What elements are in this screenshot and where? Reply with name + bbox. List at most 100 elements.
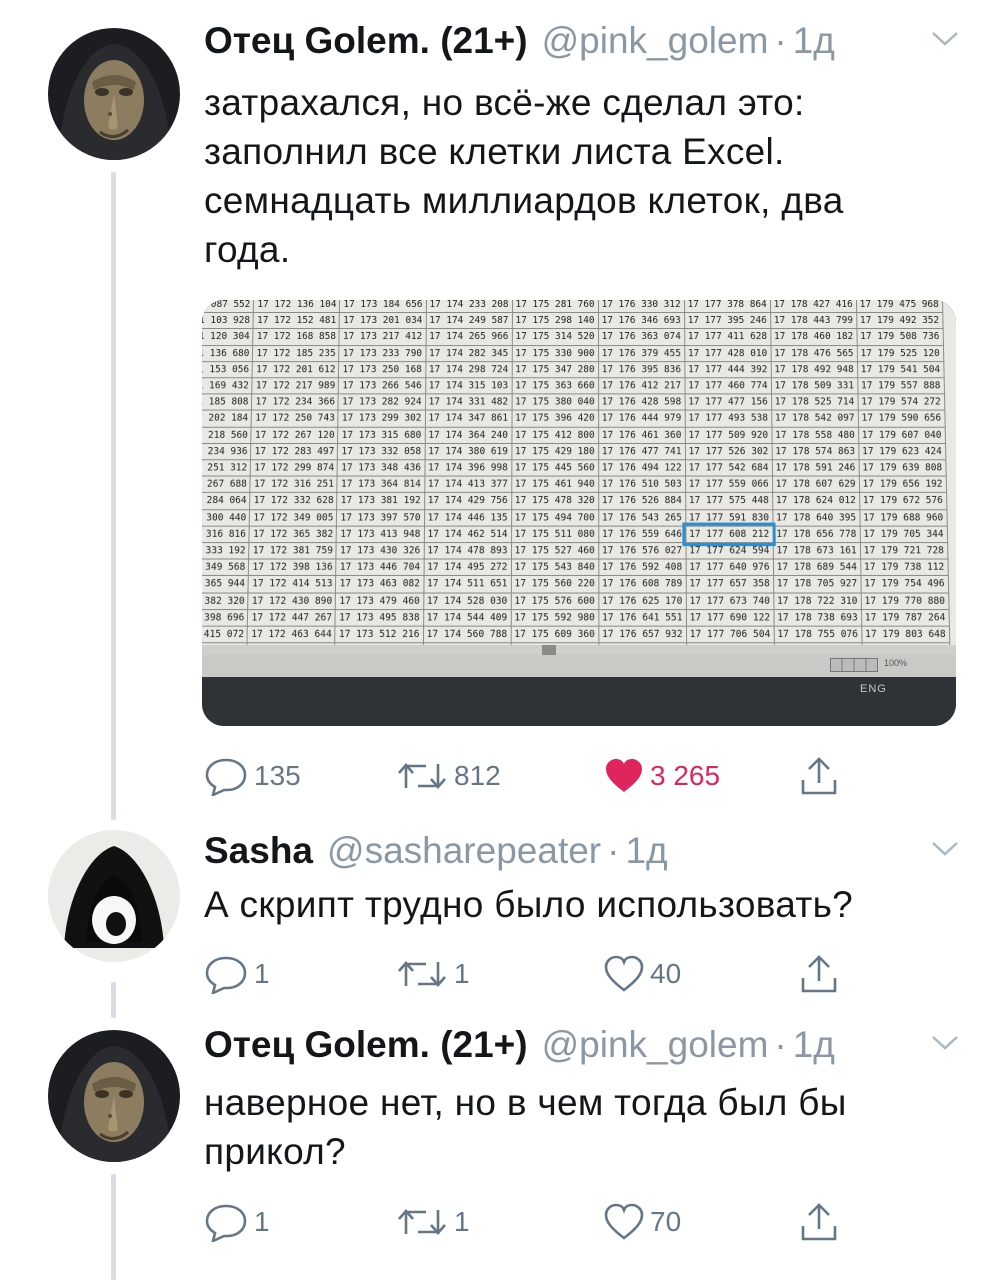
spreadsheet-row: 71 169 43217 172 217 98917 173 266 54617… xyxy=(202,377,945,395)
spreadsheet-cell: 17 172 250 743 xyxy=(251,410,339,427)
spreadsheet-row: 71 251 31217 172 299 87417 173 348 43617… xyxy=(202,459,946,477)
share-button[interactable] xyxy=(800,1200,838,1244)
spreadsheet-row: 71 415 07217 172 463 64417 173 512 21617… xyxy=(202,626,950,644)
author-handle[interactable]: @pink_golem xyxy=(542,1024,769,1066)
spreadsheet-cell: 17 176 395 836 xyxy=(598,361,685,378)
author-name[interactable]: Sasha xyxy=(204,830,313,872)
spreadsheet-cell: 71 316 816 xyxy=(202,525,250,543)
spreadsheet-row: 71 234 93617 172 283 49717 173 332 05817… xyxy=(202,443,946,460)
spreadsheet-cell: 17 172 414 513 xyxy=(248,575,337,593)
spreadsheet-cell: 17 175 478 320 xyxy=(511,492,599,510)
avatar-pink-golem[interactable] xyxy=(48,28,180,160)
chevron-down-icon[interactable] xyxy=(930,28,960,50)
spreadsheet-cell: 17 174 282 345 xyxy=(425,345,512,362)
like-button[interactable]: 3 265 xyxy=(604,754,720,798)
spreadsheet-cell: 17 178 558 480 xyxy=(771,426,859,444)
spreadsheet-cell: 17 178 722 310 xyxy=(773,592,862,610)
spreadsheet-cell: 17 174 396 998 xyxy=(424,459,512,477)
spreadsheet-cell: 17 172 316 251 xyxy=(250,476,338,493)
spreadsheet-cell: 17 173 397 570 xyxy=(336,509,425,526)
spreadsheet-cell: 17 178 624 012 xyxy=(772,492,860,510)
author-name[interactable]: Отец Golem. (21+) xyxy=(204,20,528,62)
reply-button[interactable]: 1 xyxy=(204,1200,270,1244)
spreadsheet-row: 71 267 68817 172 316 25117 173 364 81417… xyxy=(202,476,947,493)
spreadsheet-cell: 17 173 430 326 xyxy=(336,542,424,560)
retweet-icon xyxy=(398,1209,446,1235)
spreadsheet-cell: 17 172 332 628 xyxy=(249,492,338,510)
spreadsheet-cell: 17 173 282 924 xyxy=(338,394,426,411)
excel-screenshot-photo[interactable]: 71 087 552 17 172 136 104 17 173 184 656 17… xyxy=(202,300,956,726)
timestamp[interactable]: 1д xyxy=(625,830,667,872)
retweet-button[interactable]: 812 xyxy=(396,754,501,798)
timestamp[interactable]: 1д xyxy=(793,1024,835,1066)
share-button[interactable] xyxy=(800,952,838,996)
spreadsheet-cell: 17 175 298 140 xyxy=(511,312,599,329)
spreadsheet-cell: 17 173 413 948 xyxy=(336,525,425,543)
spreadsheet-row: 71 218 56017 172 267 12017 173 315 68017… xyxy=(202,426,946,444)
spreadsheet-cell: 17 174 315 103 xyxy=(425,377,512,395)
timestamp[interactable]: 1д xyxy=(793,20,835,62)
spreadsheet-cell: 17 174 544 409 xyxy=(423,609,511,627)
spreadsheet-cell: 17 176 657 932 xyxy=(598,626,687,644)
retweet-icon xyxy=(398,763,446,789)
spreadsheet-cell: 71 136 680 xyxy=(202,345,254,362)
spreadsheet-cell: 17 174 265 966 xyxy=(425,328,512,346)
chevron-down-icon[interactable] xyxy=(930,1032,960,1054)
share-icon xyxy=(801,955,837,993)
spreadsheet-cell: 17 172 136 104 xyxy=(253,300,341,313)
retweet-button[interactable]: 1 xyxy=(396,1200,470,1244)
spreadsheet-cell: 17 173 446 704 xyxy=(336,559,424,576)
spreadsheet-row: 71 087 552 17 172 136 104 17 173 184 656 17… xyxy=(202,300,943,313)
spreadsheet-cell: 17 178 427 416 xyxy=(770,300,857,313)
reply-button[interactable]: 135 xyxy=(204,754,301,798)
spreadsheet-cell: 17 178 542 097 xyxy=(771,410,859,427)
spreadsheet-cell: 17 174 462 514 xyxy=(423,525,512,543)
spreadsheet-row: 71 120 304 17 172 168 858 17 173 217 412 17… xyxy=(202,328,944,346)
tweet-text-line: затрахался, но всё-же сделал это: xyxy=(204,82,805,123)
spreadsheet-cell: 17 178 460 182 xyxy=(770,328,857,346)
spreadsheet-cell: 17 175 380 040 xyxy=(511,394,599,411)
avatar-sasha[interactable] xyxy=(48,830,180,962)
tweet-text-line: А скрипт трудно было использовать? xyxy=(204,884,854,925)
spreadsheet-cell: 17 172 152 481 xyxy=(253,312,340,329)
spreadsheet-cell: 17 176 444 979 xyxy=(598,410,685,427)
retweet-button[interactable]: 1 xyxy=(396,952,470,996)
chevron-down-icon[interactable] xyxy=(930,838,960,860)
like-button[interactable]: 40 xyxy=(604,952,681,996)
spreadsheet-row: 71 136 680 17 172 185 235 17 173 233 790 17… xyxy=(202,345,944,362)
like-button[interactable]: 70 xyxy=(604,1200,681,1244)
author-handle[interactable]: @pink_golem xyxy=(542,20,769,62)
reply-button[interactable]: 1 xyxy=(204,952,270,996)
spreadsheet-cell: 17 179 590 656 xyxy=(857,410,945,427)
spreadsheet-cell: 17 175 576 600 xyxy=(510,592,599,610)
zoom-level: 100% xyxy=(884,658,908,668)
spreadsheet-cell: 71 333 192 xyxy=(202,542,250,560)
avatar-pink-golem[interactable] xyxy=(48,1030,180,1162)
spreadsheet-cell: 17 177 706 504 xyxy=(686,626,774,644)
spreadsheet-cell: 17 172 365 382 xyxy=(249,525,337,543)
spreadsheet-cell: 71 234 936 xyxy=(202,443,252,460)
spreadsheet-cell: 17 173 266 546 xyxy=(338,377,426,395)
author-name[interactable]: Отец Golem. (21+) xyxy=(204,1024,528,1066)
spreadsheet-cell: 17 174 446 135 xyxy=(424,509,512,526)
thread-line xyxy=(111,982,116,1018)
spreadsheet-cell: 17 176 477 741 xyxy=(598,443,686,460)
retweet-count: 1 xyxy=(454,1206,470,1237)
spreadsheet-cell: 17 177 542 684 xyxy=(685,459,773,477)
spreadsheet-cell: 17 176 625 170 xyxy=(598,592,687,610)
share-button[interactable] xyxy=(800,754,838,798)
tweet-text-line: прикол? xyxy=(204,1131,346,1172)
spreadsheet-cell: 17 174 429 756 xyxy=(424,492,512,510)
spreadsheet-cell: 17 177 460 774 xyxy=(684,377,772,395)
spreadsheet-cell: 17 173 479 460 xyxy=(335,592,424,610)
spreadsheet-cell: 17 179 557 888 xyxy=(857,377,945,395)
spreadsheet-cell: 71 120 304 xyxy=(202,328,254,346)
reply-icon xyxy=(205,956,247,994)
spreadsheet-cell: 17 173 463 082 xyxy=(335,575,424,593)
retweet-count: 1 xyxy=(454,958,470,989)
separator-dot: · xyxy=(774,20,787,61)
spreadsheet-cell: 17 179 721 728 xyxy=(860,542,948,560)
spreadsheet-cell: 17 176 379 455 xyxy=(598,345,685,362)
spreadsheet-cell: 17 173 364 814 xyxy=(337,476,425,493)
author-handle[interactable]: @sasharepeater xyxy=(327,830,601,872)
